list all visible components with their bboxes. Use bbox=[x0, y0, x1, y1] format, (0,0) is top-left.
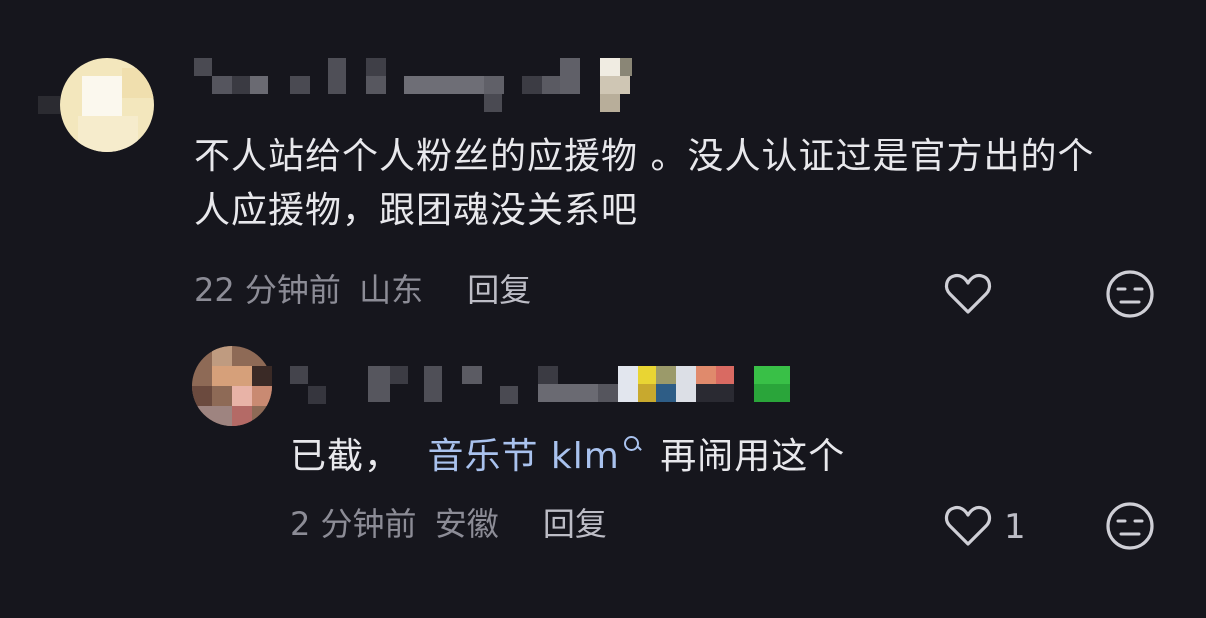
reply-text: 已截， 音乐节 klm 再闹用这个 bbox=[290, 430, 1150, 484]
comment-time: 22 分钟前 bbox=[194, 271, 341, 309]
meh-face-icon bbox=[1106, 270, 1154, 318]
search-link[interactable]: 音乐节 klm bbox=[427, 436, 641, 477]
search-icon[interactable] bbox=[622, 430, 642, 456]
comment-time: 2 分钟前 bbox=[290, 505, 417, 543]
comment-location: 安徽 bbox=[434, 505, 499, 543]
heart-icon bbox=[944, 505, 992, 546]
meh-face-icon bbox=[1106, 502, 1154, 550]
avatar[interactable] bbox=[192, 346, 272, 426]
search-link-text[interactable]: 音乐节 klm bbox=[427, 436, 619, 477]
like-count: 1 bbox=[1004, 507, 1026, 547]
comment-text: 不人站给个人粉丝的应援物 。没人认证过是官方出的个人应援物，跟团魂没关系吧 bbox=[194, 136, 1095, 231]
reply-text-suffix: 再闹用这个 bbox=[660, 436, 846, 477]
reply-button[interactable]: 回复 bbox=[543, 505, 607, 543]
comment-location: 山东 bbox=[359, 271, 424, 309]
username-blurred[interactable] bbox=[194, 58, 640, 114]
reply-text-prefix: 已截， bbox=[290, 436, 402, 477]
comment-meta: 22 分钟前 山东 回复 bbox=[194, 270, 531, 310]
username-blurred[interactable] bbox=[290, 366, 794, 406]
like-button[interactable] bbox=[942, 500, 994, 552]
heart-icon bbox=[944, 273, 992, 314]
like-button[interactable] bbox=[942, 268, 994, 320]
avatar[interactable] bbox=[60, 58, 154, 152]
dislike-button[interactable] bbox=[1104, 268, 1156, 320]
comment-meta: 2 分钟前 安徽 回复 bbox=[290, 504, 607, 544]
dislike-button[interactable] bbox=[1104, 500, 1156, 552]
reply-button[interactable]: 回复 bbox=[467, 271, 531, 309]
